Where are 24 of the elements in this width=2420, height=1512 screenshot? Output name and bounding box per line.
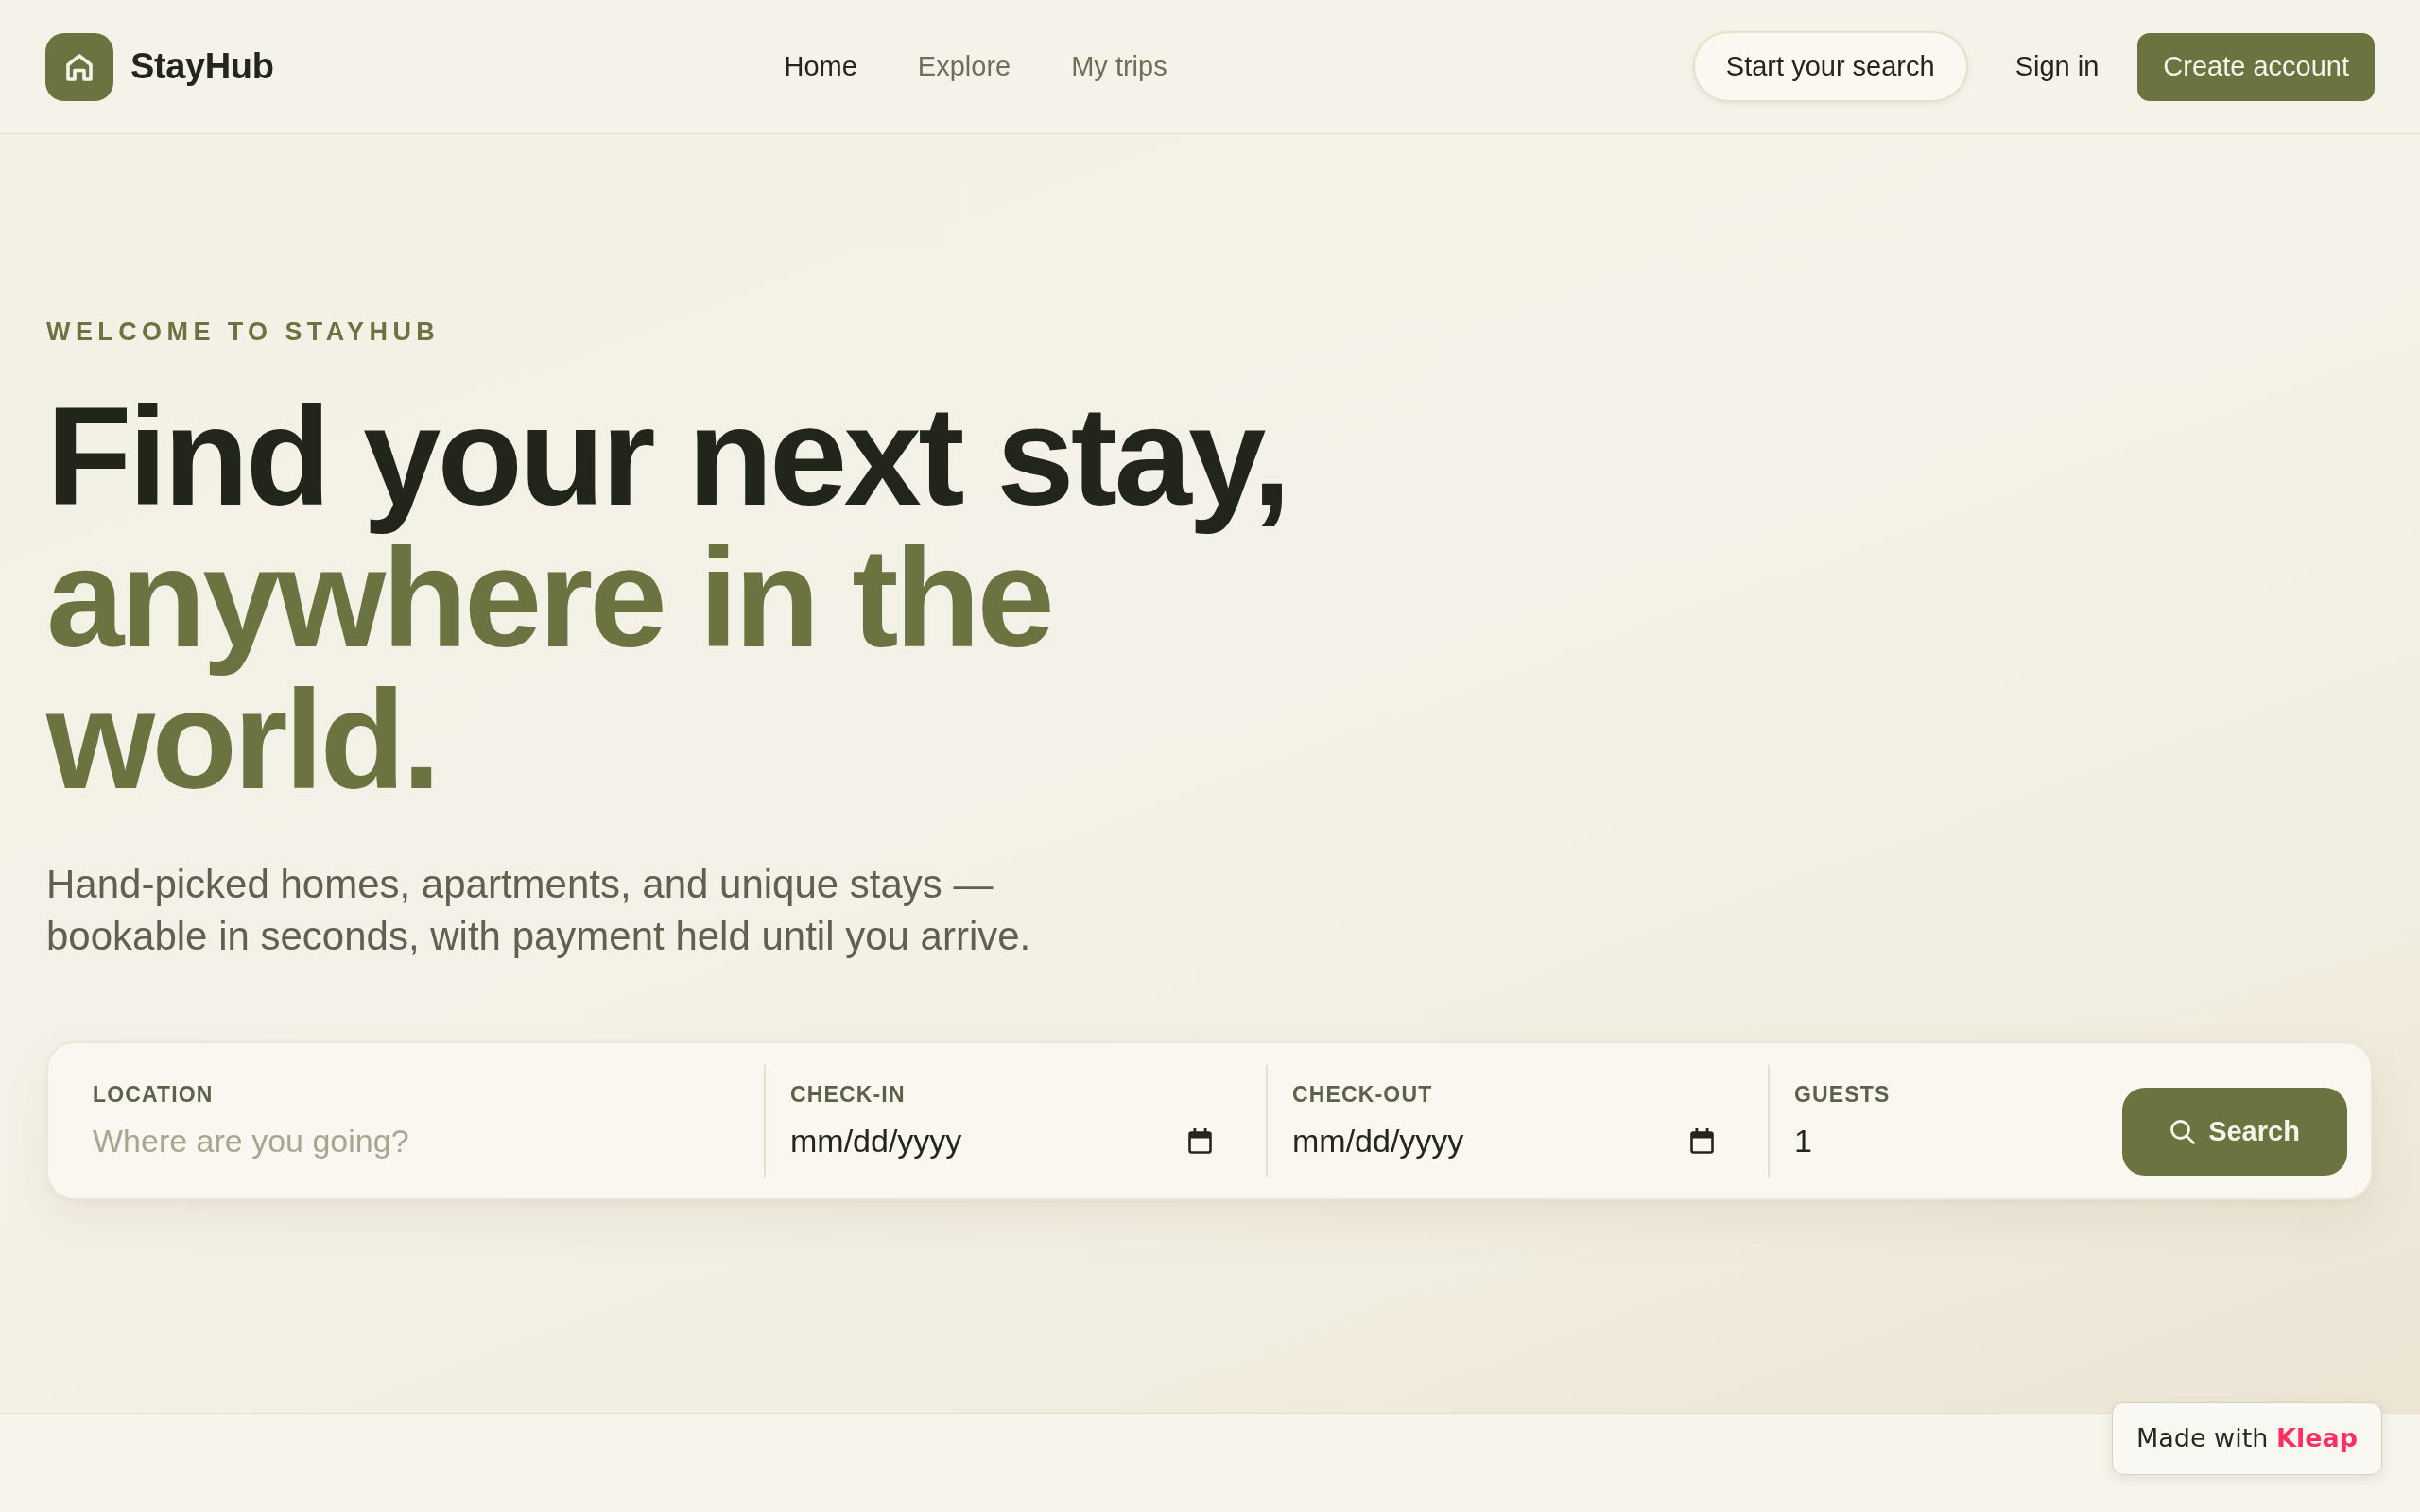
nav-link[interactable]: My trips — [1071, 45, 1167, 88]
search-icon — [2169, 1119, 2196, 1144]
made-with-kleap-link[interactable]: Made with Kleap — [2111, 1402, 2382, 1475]
brand-name: StayHub — [130, 45, 274, 88]
house-icon — [45, 32, 113, 101]
location-field[interactable]: Where are you going? — [93, 1120, 710, 1161]
date-field[interactable]: mm/dd/yyyy — [1292, 1120, 1675, 1161]
field-label: LOCATION — [93, 1081, 214, 1108]
sign-in-link[interactable]: Sign in — [2014, 45, 2100, 88]
guests-field[interactable]: 1 — [1794, 1120, 2068, 1161]
hero-subtitle: Hand-picked homes, apartments, and unique stays — bookable in seconds, with payment held until you arrive. — [46, 861, 1032, 960]
date-field[interactable]: mm/dd/yyyy — [790, 1120, 1173, 1161]
hero-heading: Find your next stay, anywhere in the world. — [46, 386, 1289, 811]
eyebrow-text: WELCOME TO STAYHUB — [46, 317, 441, 347]
nav-link[interactable]: Explore — [917, 45, 1011, 88]
field-label: GUESTS — [1794, 1081, 1891, 1108]
calendar-icon[interactable] — [1690, 1127, 1714, 1154]
calendar-icon[interactable] — [1188, 1127, 1212, 1154]
field-label: CHECK-IN — [790, 1081, 906, 1108]
start-search-button[interactable]: Start your search — [1692, 31, 1968, 102]
nav-link[interactable]: Home — [784, 45, 857, 88]
search-button[interactable]: Search — [2122, 1088, 2347, 1176]
field-label: CHECK-OUT — [1292, 1081, 1433, 1108]
create-account-button[interactable]: Create account — [2137, 32, 2375, 101]
